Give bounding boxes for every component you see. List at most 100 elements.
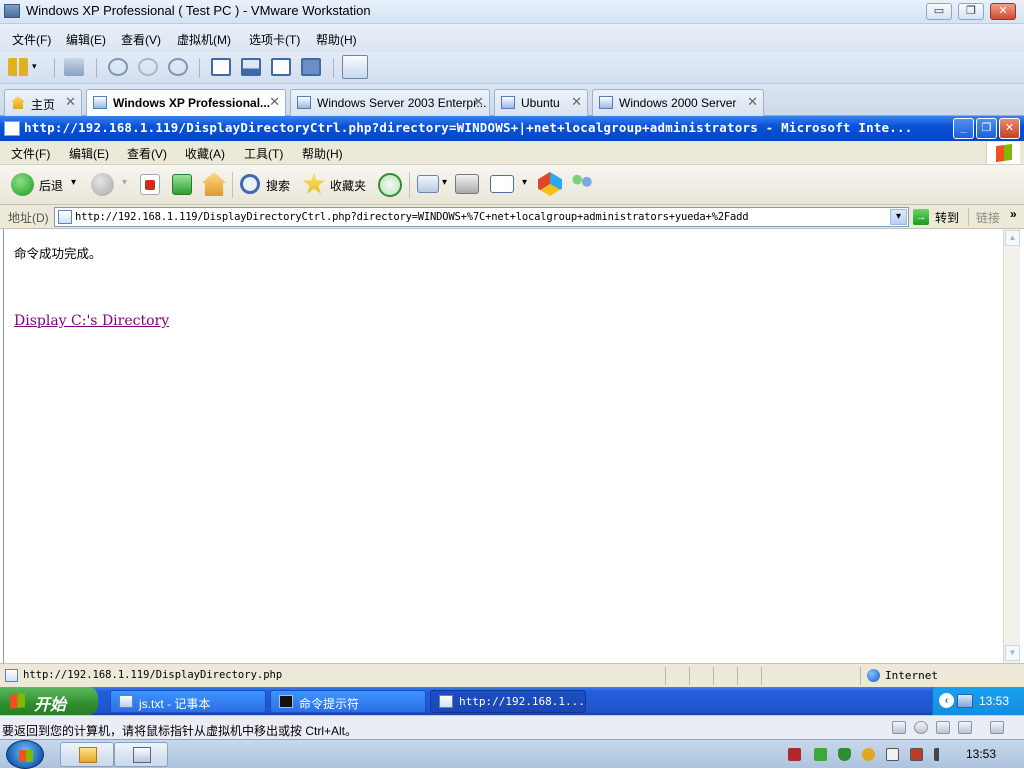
back-icon[interactable]: [11, 173, 34, 196]
stop-icon[interactable]: [140, 174, 160, 195]
vmware-minimize-button[interactable]: ▭: [926, 3, 952, 20]
ie-close-button[interactable]: ✕: [999, 118, 1020, 139]
status-divider: [761, 667, 762, 685]
sidebar-toggle-icon[interactable]: [211, 58, 231, 76]
host-taskbar-explorer[interactable]: [60, 742, 114, 767]
cd-rom-icon[interactable]: [914, 721, 928, 734]
close-icon[interactable]: ✕: [473, 94, 484, 110]
vertical-scrollbar[interactable]: ▲ ▼: [1003, 229, 1020, 663]
removable-device-icon[interactable]: [886, 748, 899, 761]
revert-snapshot-icon[interactable]: [138, 58, 158, 76]
snapshot-icon[interactable]: [108, 58, 128, 76]
host-taskbar-vmware[interactable]: [114, 742, 168, 767]
volume-icon[interactable]: [934, 748, 947, 761]
network-adapter-icon[interactable]: [936, 721, 950, 734]
refresh-icon[interactable]: [172, 174, 192, 195]
ie-restore-button[interactable]: ❐: [976, 118, 997, 139]
address-field[interactable]: ▾: [54, 207, 909, 227]
ie-menu-file[interactable]: 文件(F): [11, 145, 50, 162]
mail-icon[interactable]: [417, 175, 439, 193]
vmware-close-button[interactable]: ✕: [990, 3, 1016, 20]
ie-menu-view[interactable]: 查看(V): [127, 145, 167, 162]
network-icon[interactable]: [64, 58, 84, 76]
edit-icon[interactable]: [490, 175, 514, 193]
display-directory-link[interactable]: Display C:'s Directory: [14, 313, 169, 329]
vmware-status-message: 要返回到您的计算机，请将鼠标指针从虚拟机中移出或按 Ctrl+Alt。: [2, 724, 358, 738]
address-dropdown-icon[interactable]: ▾: [890, 209, 907, 225]
vmware-restore-button[interactable]: ❐: [958, 3, 984, 20]
print-icon[interactable]: [455, 174, 479, 194]
discuss-icon[interactable]: [538, 172, 562, 196]
vmware-menu-tabs[interactable]: 选项卡(T): [249, 31, 300, 48]
usb-device-icon[interactable]: [958, 721, 972, 734]
network-status-icon[interactable]: [910, 748, 923, 761]
scroll-down-icon[interactable]: ▼: [1005, 645, 1020, 661]
links-label[interactable]: 链接 »: [976, 207, 1017, 226]
search-icon[interactable]: [240, 174, 260, 194]
close-icon[interactable]: ✕: [747, 94, 758, 110]
close-icon[interactable]: ✕: [65, 94, 76, 110]
toolbar-separator: [232, 172, 233, 198]
favorites-button-label[interactable]: 收藏夹: [330, 177, 366, 194]
tray-app-icon[interactable]: [814, 748, 827, 761]
taskbar-item-ie[interactable]: http://192.168.1...: [430, 690, 586, 713]
search-button-label[interactable]: 搜索: [266, 177, 290, 194]
favorites-star-icon[interactable]: [302, 172, 326, 194]
go-arrow-icon: →: [913, 209, 929, 225]
full-screen-icon[interactable]: [271, 58, 291, 76]
show-hidden-icons-icon[interactable]: ‹: [939, 693, 954, 708]
mail-dropdown-icon[interactable]: ▾: [442, 177, 447, 188]
tab-windows-server-2003[interactable]: Windows Server 2003 Enterpr... ✕: [290, 89, 490, 116]
close-icon[interactable]: ✕: [571, 94, 582, 110]
ie-minimize-button[interactable]: _: [953, 118, 974, 139]
start-button[interactable]: 开始: [0, 687, 98, 715]
thumbnail-view-icon[interactable]: [342, 55, 368, 79]
pause-dropdown-icon[interactable]: ▾: [32, 61, 37, 72]
host-clock[interactable]: 13:53: [966, 747, 996, 761]
taskbar-item-cmd[interactable]: 命令提示符: [270, 690, 426, 713]
ie-menu-tools[interactable]: 工具(T): [244, 145, 283, 162]
host-start-button[interactable]: [6, 740, 44, 769]
taskbar-item-notepad[interactable]: js.txt - 记事本: [110, 690, 266, 713]
ie-menu-favorites[interactable]: 收藏(A): [185, 145, 225, 162]
status-divider: [689, 667, 690, 685]
tray-app-icon[interactable]: [788, 748, 801, 761]
vmware-menu-vm[interactable]: 虚拟机(M): [177, 31, 231, 48]
edit-dropdown-icon[interactable]: ▾: [522, 177, 527, 188]
security-shield-icon[interactable]: [838, 748, 851, 761]
tab-home[interactable]: 主页 ✕: [4, 89, 82, 116]
hard-disk-icon[interactable]: [892, 721, 906, 734]
vmware-menu-edit[interactable]: 编辑(E): [66, 31, 106, 48]
tab-windows-xp[interactable]: Windows XP Professional... ✕: [86, 89, 286, 116]
console-view-icon[interactable]: [241, 58, 261, 76]
messenger-icon[interactable]: [570, 173, 594, 195]
ie-title-bar: http://192.168.1.119/DisplayDirectoryCtr…: [0, 116, 1024, 141]
tab-windows-2000-server[interactable]: Windows 2000 Server ✕: [592, 89, 764, 116]
xp-clock[interactable]: 13:53: [979, 694, 1009, 708]
go-button[interactable]: → 转到: [913, 208, 965, 226]
message-log-icon[interactable]: [990, 721, 1004, 734]
home-page-icon[interactable]: [202, 172, 226, 196]
close-icon[interactable]: ✕: [269, 94, 280, 110]
network-connection-icon[interactable]: [957, 694, 973, 708]
pause-icon[interactable]: [8, 58, 28, 76]
ie-menu-edit[interactable]: 编辑(E): [69, 145, 109, 162]
back-dropdown-icon[interactable]: ▾: [71, 177, 76, 188]
address-input[interactable]: [75, 209, 887, 225]
vmware-menu-view[interactable]: 查看(V): [121, 31, 161, 48]
snapshot-manager-icon[interactable]: [168, 58, 188, 76]
toolbar-separator: [409, 172, 410, 198]
vmware-menu-help[interactable]: 帮助(H): [316, 31, 357, 48]
tab-ubuntu[interactable]: Ubuntu ✕: [494, 89, 588, 116]
scroll-up-icon[interactable]: ▲: [1005, 230, 1020, 246]
unity-icon[interactable]: [301, 58, 321, 76]
forward-icon[interactable]: [91, 173, 114, 196]
back-button-label[interactable]: 后退: [39, 177, 63, 194]
tray-app-icon[interactable]: [862, 748, 875, 761]
links-chevron-icon[interactable]: »: [1010, 207, 1017, 221]
vmware-menu-file[interactable]: 文件(F): [12, 31, 51, 48]
ie-menu-help[interactable]: 帮助(H): [302, 145, 343, 162]
toolbar-separator: [968, 208, 969, 226]
toolbar-separator: [199, 58, 200, 78]
history-icon[interactable]: [378, 173, 402, 197]
